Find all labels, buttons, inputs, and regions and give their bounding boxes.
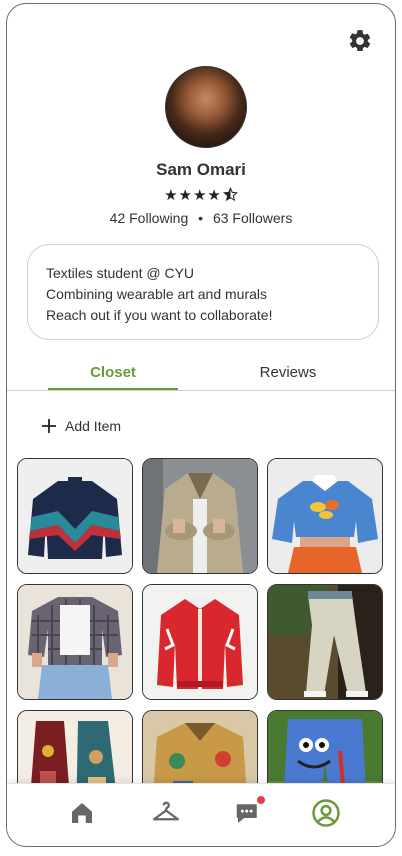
bio-line: Reach out if you want to collaborate!	[46, 307, 273, 323]
closet-item-work-jacket[interactable]	[142, 458, 258, 574]
gear-icon[interactable]	[347, 28, 373, 54]
bottom-nav	[7, 783, 395, 846]
tab-closet[interactable]: Closet	[48, 360, 178, 390]
following-count[interactable]: 42 Following	[110, 210, 189, 226]
closet-item-plaid-shirt[interactable]	[17, 584, 133, 700]
bio-line: Combining wearable art and murals	[46, 286, 267, 302]
closet-item-blue-sweatshirt[interactable]	[267, 458, 383, 574]
separator-dot: •	[198, 210, 204, 226]
half-star-icon	[222, 187, 238, 202]
full-stars: ★★★★	[164, 187, 222, 204]
profile-name: Sam Omari	[156, 160, 246, 179]
followers-count[interactable]: 63 Followers	[213, 210, 292, 226]
add-item-label: Add Item	[65, 418, 122, 434]
plus-icon	[42, 419, 56, 433]
home-icon[interactable]	[67, 798, 97, 828]
tab-reviews[interactable]: Reviews	[223, 360, 353, 390]
notification-dot	[257, 796, 265, 804]
phone-frame: Sam Omari ★★★★ 42 Following • 63 Followe…	[6, 3, 396, 847]
closet-item-windbreaker[interactable]	[17, 458, 133, 574]
avatar	[165, 66, 247, 148]
add-item-button[interactable]: Add Item	[41, 418, 121, 434]
profile-tabs: Closet Reviews	[7, 360, 395, 391]
hanger-icon[interactable]	[151, 798, 181, 828]
bio-box: Textiles student @ CYU Combining wearabl…	[27, 244, 379, 340]
closet-item-red-varsity-jacket[interactable]	[142, 584, 258, 700]
bio-line: Textiles student @ CYU	[46, 265, 195, 281]
rating-stars: ★★★★	[7, 186, 395, 204]
follow-stats: 42 Following • 63 Followers	[7, 210, 395, 226]
closet-item-khaki-pants[interactable]	[267, 584, 383, 700]
messages-button[interactable]	[233, 796, 265, 828]
profile-icon[interactable]	[311, 798, 341, 828]
